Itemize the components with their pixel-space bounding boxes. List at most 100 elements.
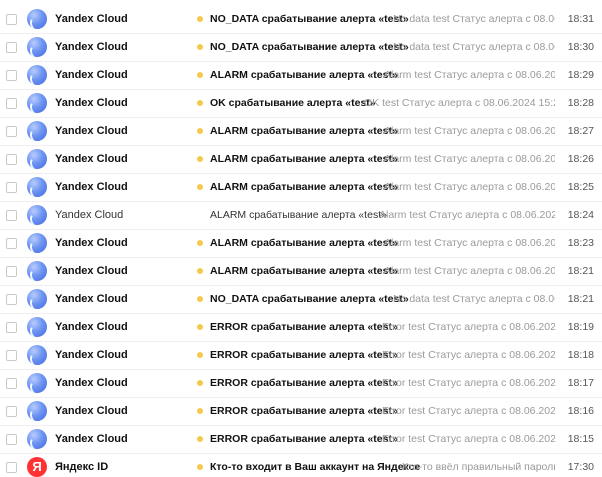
- email-snippet: Error test Статус алерта с 08.06.2024: [382, 405, 555, 417]
- yandex-cloud-avatar: [27, 177, 47, 197]
- email-time: 18:21: [567, 293, 594, 305]
- email-time: 18:28: [567, 97, 594, 109]
- select-checkbox[interactable]: [6, 378, 17, 389]
- select-checkbox[interactable]: [6, 42, 17, 53]
- email-row[interactable]: Yandex Cloud OK срабатывание алерта «test…: [0, 91, 602, 118]
- email-snippet: No data test Статус алерта с 08.06.: [393, 293, 555, 305]
- unread-dot-icon[interactable]: [197, 184, 203, 190]
- unread-dot-icon[interactable]: [197, 100, 203, 106]
- email-row[interactable]: Yandex Cloud NO_DATA срабатывание алерта …: [0, 287, 602, 314]
- email-row[interactable]: Yandex Cloud ERROR срабатывание алерта «t…: [0, 371, 602, 398]
- email-row[interactable]: Yandex Cloud ALARM срабатывание алерта «t…: [0, 231, 602, 258]
- email-snippet: Error test Статус алерта с 08.06.2024: [382, 349, 555, 361]
- yandex-cloud-avatar: [27, 373, 47, 393]
- select-checkbox[interactable]: [6, 126, 17, 137]
- unread-dot-icon[interactable]: [197, 156, 203, 162]
- yandex-cloud-avatar: [27, 429, 47, 449]
- email-snippet: No data test Статус алерта с 08.06.: [393, 41, 555, 53]
- yandex-cloud-avatar: [27, 317, 47, 337]
- select-checkbox[interactable]: [6, 266, 17, 277]
- select-checkbox[interactable]: [6, 182, 17, 193]
- email-time: 18:31: [567, 13, 594, 25]
- email-sender: Yandex Cloud: [55, 69, 128, 81]
- select-checkbox[interactable]: [6, 350, 17, 361]
- email-row[interactable]: Yandex Cloud ERROR срабатывание алерта «t…: [0, 427, 602, 454]
- email-snippet: Alarm test Статус алерта с 08.06.2024: [384, 153, 555, 165]
- email-snippet: Alarm test Статус алерта с 08.06.2024: [384, 237, 555, 249]
- unread-dot-icon[interactable]: [197, 464, 203, 470]
- email-sender: Yandex Cloud: [55, 321, 128, 333]
- email-row[interactable]: Yandex Cloud ALARM срабатывание алерта «t…: [0, 147, 602, 174]
- select-checkbox[interactable]: [6, 238, 17, 249]
- unread-dot-icon[interactable]: [197, 268, 203, 274]
- email-sender: Yandex Cloud: [55, 41, 128, 53]
- yandex-cloud-avatar: [27, 233, 47, 253]
- yandex-cloud-avatar: [27, 65, 47, 85]
- email-row[interactable]: Yandex Cloud ERROR срабатывание алерта «t…: [0, 315, 602, 342]
- email-sender: Yandex Cloud: [55, 265, 128, 277]
- email-row[interactable]: Yandex Cloud ERROR срабатывание алерта «t…: [0, 343, 602, 370]
- email-subject: ERROR срабатывание алерта «test»: [210, 433, 398, 445]
- yandex-cloud-avatar: [27, 261, 47, 281]
- unread-dot-icon[interactable]: [197, 240, 203, 246]
- select-checkbox[interactable]: [6, 210, 17, 221]
- select-checkbox[interactable]: [6, 70, 17, 81]
- unread-dot-icon[interactable]: [197, 16, 203, 22]
- email-sender: Yandex Cloud: [55, 125, 128, 137]
- email-sender: Yandex Cloud: [55, 433, 128, 445]
- yandex-cloud-avatar: [27, 121, 47, 141]
- email-subject: ERROR срабатывание алерта «test»: [210, 377, 398, 389]
- email-subject: ALARM срабатывание алерта «test»: [210, 181, 398, 193]
- unread-dot-icon[interactable]: [197, 436, 203, 442]
- email-subject: ALARM срабатывание алерта «test»: [210, 209, 387, 221]
- select-checkbox[interactable]: [6, 294, 17, 305]
- email-row[interactable]: Yandex Cloud ALARM срабатывание алерта «t…: [0, 63, 602, 90]
- email-subject: NO_DATA срабатывание алерта «test»: [210, 293, 409, 305]
- email-row[interactable]: Yandex Cloud NO_DATA срабатывание алерта …: [0, 7, 602, 34]
- select-checkbox[interactable]: [6, 154, 17, 165]
- yandex-cloud-avatar: [27, 401, 47, 421]
- select-checkbox[interactable]: [6, 434, 17, 445]
- email-row[interactable]: Yandex Cloud ALARM срабатывание алерта «t…: [0, 119, 602, 146]
- email-snippet: Error test Статус алерта с 08.06.2024: [382, 377, 555, 389]
- email-subject: OK срабатывание алерта «test»: [210, 97, 376, 109]
- email-snippet: Error test Статус алерта с 08.06.2024: [382, 321, 555, 333]
- select-checkbox[interactable]: [6, 322, 17, 333]
- unread-dot-icon[interactable]: [197, 352, 203, 358]
- email-time: 18:23: [567, 237, 594, 249]
- email-row[interactable]: Yandex Cloud NO_DATA срабатывание алерта …: [0, 35, 602, 62]
- email-snippet: Alarm test Статус алерта с 08.06.2024: [379, 209, 555, 221]
- email-sender: Yandex Cloud: [55, 377, 128, 389]
- email-row[interactable]: Yandex Cloud ALARM срабатывание алерта «t…: [0, 259, 602, 286]
- email-row[interactable]: Yandex Cloud ALARM срабатывание алерта «t…: [0, 175, 602, 202]
- email-time: 18:19: [567, 321, 594, 333]
- yandex-cloud-avatar: [27, 289, 47, 309]
- email-time: 18:15: [567, 433, 594, 445]
- email-subject: ALARM срабатывание алерта «test»: [210, 265, 398, 277]
- email-row[interactable]: Yandex Cloud ERROR срабатывание алерта «t…: [0, 399, 602, 426]
- email-sender: Yandex Cloud: [55, 97, 128, 109]
- email-row[interactable]: Я Яндекс ID Кто-то входит в Ваш аккаунт на…: [0, 455, 602, 477]
- email-time: 18:24: [567, 209, 594, 221]
- email-subject: ALARM срабатывание алерта «test»: [210, 237, 398, 249]
- yandex-cloud-avatar: [27, 345, 47, 365]
- email-time: 18:18: [567, 349, 594, 361]
- email-time: 18:26: [567, 153, 594, 165]
- select-checkbox[interactable]: [6, 406, 17, 417]
- email-sender: Yandex Cloud: [55, 153, 128, 165]
- select-checkbox[interactable]: [6, 462, 17, 473]
- email-snippet: Кто-то ввёл правильный пароль: [402, 461, 555, 473]
- email-snippet: Alarm test Статус алерта с 08.06.2024: [384, 265, 555, 277]
- unread-dot-icon[interactable]: [197, 44, 203, 50]
- unread-dot-icon[interactable]: [197, 408, 203, 414]
- select-checkbox[interactable]: [6, 98, 17, 109]
- select-checkbox[interactable]: [6, 14, 17, 25]
- yandex-cloud-avatar: [27, 205, 47, 225]
- unread-dot-icon[interactable]: [197, 128, 203, 134]
- unread-dot-icon[interactable]: [197, 380, 203, 386]
- email-snippet: Alarm test Статус алерта с 08.06.2024: [384, 69, 555, 81]
- unread-dot-icon[interactable]: [197, 324, 203, 330]
- email-row[interactable]: Yandex Cloud ALARM срабатывание алерта «t…: [0, 203, 602, 230]
- unread-dot-icon[interactable]: [197, 296, 203, 302]
- unread-dot-icon[interactable]: [197, 72, 203, 78]
